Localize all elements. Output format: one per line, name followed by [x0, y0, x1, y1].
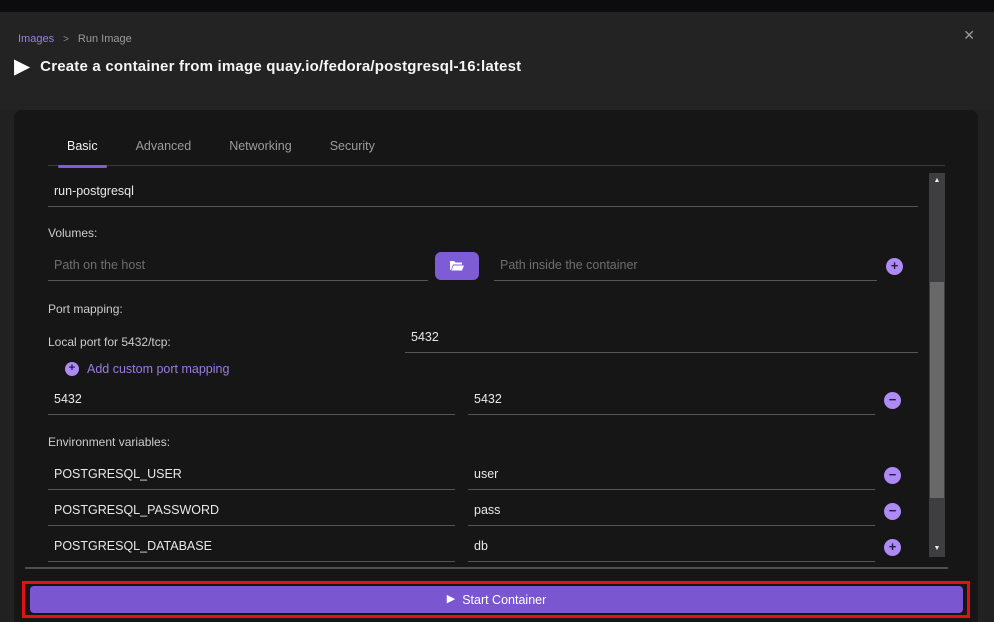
- env-name-input[interactable]: [48, 534, 455, 562]
- start-container-label: Start Container: [462, 593, 546, 607]
- env-value-input[interactable]: [468, 498, 875, 526]
- run-image-panel: Basic Advanced Networking Security Volum…: [14, 110, 978, 622]
- custom-port-host-input[interactable]: [48, 387, 455, 415]
- env-var-row: +: [48, 534, 918, 562]
- scroll-down-icon[interactable]: ▼: [929, 542, 945, 556]
- add-custom-port-label: Add custom port mapping: [87, 362, 229, 376]
- port-mapping-label: Port mapping:: [48, 302, 918, 316]
- env-value-input[interactable]: [468, 534, 875, 562]
- env-value-input[interactable]: [468, 462, 875, 490]
- scroll-up-icon[interactable]: ▲: [929, 174, 945, 188]
- tab-security[interactable]: Security: [311, 133, 394, 166]
- breadcrumb-images-link[interactable]: Images: [18, 33, 54, 45]
- env-name-input[interactable]: [48, 498, 455, 526]
- vertical-scrollbar[interactable]: ▲ ▼: [929, 173, 945, 557]
- environment-variables-label: Environment variables:: [48, 435, 918, 449]
- volume-container-path-input[interactable]: [494, 253, 877, 281]
- play-icon: ▶: [447, 594, 455, 605]
- dialog-header: Images > Run Image ✕ ▶ Create a containe…: [0, 12, 994, 110]
- add-env-var-icon[interactable]: +: [884, 539, 901, 556]
- volume-host-path-input[interactable]: [48, 253, 428, 281]
- basic-tab-content: Volumes: + Port mapping: Local port for …: [48, 170, 918, 562]
- breadcrumb: Images > Run Image: [18, 33, 132, 45]
- custom-port-container-input[interactable]: [468, 387, 875, 415]
- tabstrip: Basic Advanced Networking Security: [48, 133, 945, 166]
- volumes-label: Volumes:: [48, 226, 918, 240]
- browse-folder-button[interactable]: [435, 252, 479, 280]
- footer-divider: [25, 567, 948, 569]
- env-var-row: −: [48, 498, 918, 526]
- start-container-button[interactable]: ▶ Start Container: [30, 586, 963, 613]
- remove-env-var-icon[interactable]: −: [884, 467, 901, 484]
- breadcrumb-current: Run Image: [78, 33, 132, 45]
- page-title: Create a container from image quay.io/fe…: [40, 58, 521, 75]
- local-port-row: Local port for 5432/tcp:: [48, 325, 918, 353]
- remove-env-var-icon[interactable]: −: [884, 503, 901, 520]
- custom-port-row: −: [48, 387, 918, 415]
- tab-basic[interactable]: Basic: [48, 133, 117, 166]
- title-row: ▶ Create a container from image quay.io/…: [14, 56, 521, 77]
- tab-advanced[interactable]: Advanced: [117, 133, 211, 166]
- env-name-input[interactable]: [48, 462, 455, 490]
- local-port-label: Local port for 5432/tcp:: [48, 329, 405, 349]
- volume-row: +: [48, 252, 918, 281]
- window-titlebar: [0, 0, 994, 12]
- add-custom-port-mapping-link[interactable]: + Add custom port mapping: [65, 362, 918, 376]
- env-var-row: −: [48, 462, 918, 490]
- breadcrumb-separator: >: [63, 34, 69, 45]
- add-custom-port-icon[interactable]: +: [65, 362, 79, 376]
- scrollbar-thumb[interactable]: [930, 282, 944, 498]
- local-port-input[interactable]: [405, 325, 918, 353]
- close-icon[interactable]: ✕: [963, 28, 975, 42]
- folder-icon: [449, 260, 465, 272]
- tab-networking[interactable]: Networking: [210, 133, 311, 166]
- remove-custom-port-icon[interactable]: −: [884, 392, 901, 409]
- container-name-input[interactable]: [48, 179, 918, 207]
- play-icon: ▶: [14, 56, 30, 77]
- add-volume-icon[interactable]: +: [886, 258, 903, 275]
